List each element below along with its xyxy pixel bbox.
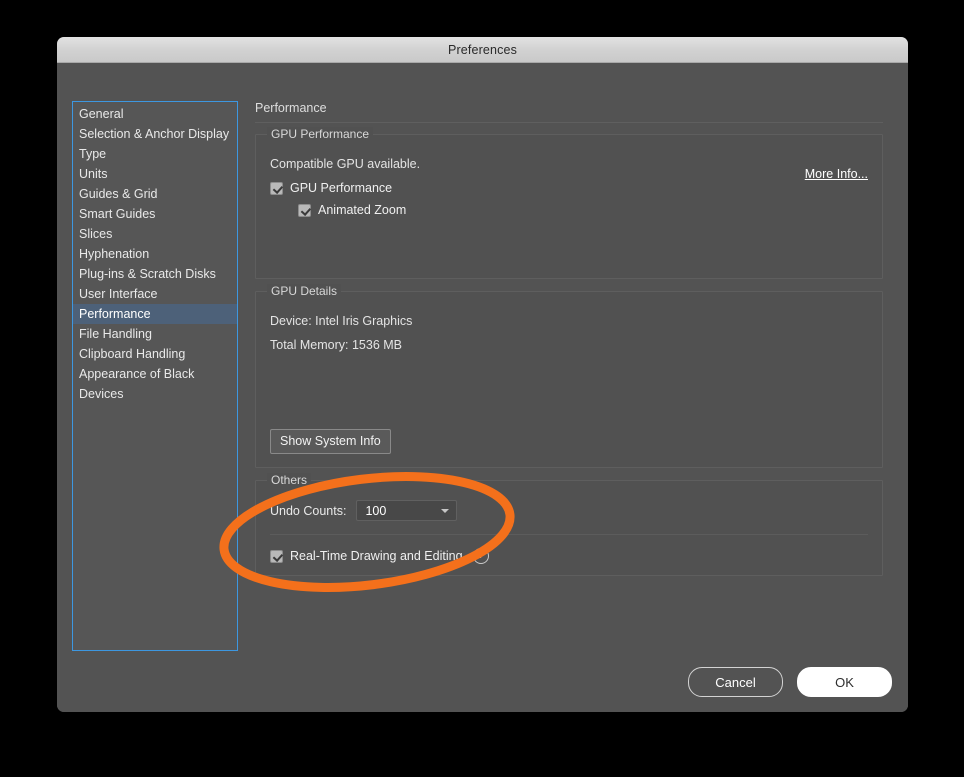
dialog-body: General Selection & Anchor Display Type … <box>57 63 908 712</box>
gpu-details-group: GPU Details Device: Intel Iris Graphics … <box>255 291 883 468</box>
sidebar-item-performance[interactable]: Performance <box>73 304 237 324</box>
gpu-status-text: Compatible GPU available. <box>270 157 868 171</box>
preferences-category-list[interactable]: General Selection & Anchor Display Type … <box>72 101 238 651</box>
sidebar-item-selection-anchor-display[interactable]: Selection & Anchor Display <box>73 124 237 144</box>
gpu-performance-checkbox-row[interactable]: GPU Performance <box>270 181 868 195</box>
page-title: Performance <box>255 101 883 123</box>
gpu-memory-text: Total Memory: 1536 MB <box>270 338 868 352</box>
animated-zoom-checkbox-label: Animated Zoom <box>318 203 406 217</box>
preferences-window: Preferences General Selection & Anchor D… <box>57 37 908 712</box>
realtime-drawing-row[interactable]: Real-Time Drawing and Editing i <box>270 535 868 564</box>
performance-panel: Performance GPU Performance More Info...… <box>255 101 883 588</box>
others-group: Others Undo Counts: 100 Real-Time Drawin… <box>255 480 883 576</box>
sidebar-item-file-handling[interactable]: File Handling <box>73 324 237 344</box>
show-system-info-button[interactable]: Show System Info <box>270 429 391 454</box>
chevron-down-icon <box>441 509 449 513</box>
sidebar-item-devices[interactable]: Devices <box>73 384 237 404</box>
gpu-performance-group: GPU Performance More Info... Compatible … <box>255 134 883 279</box>
sidebar-item-units[interactable]: Units <box>73 164 237 184</box>
sidebar-item-smart-guides[interactable]: Smart Guides <box>73 204 237 224</box>
undo-counts-select[interactable]: 100 <box>356 500 457 521</box>
undo-counts-label: Undo Counts: <box>270 504 346 518</box>
gpu-device-text: Device: Intel Iris Graphics <box>270 314 868 328</box>
window-titlebar: Preferences <box>57 37 908 63</box>
sidebar-item-user-interface[interactable]: User Interface <box>73 284 237 304</box>
sidebar-item-hyphenation[interactable]: Hyphenation <box>73 244 237 264</box>
window-title: Preferences <box>448 43 517 57</box>
checkbox-checked-icon[interactable] <box>270 550 283 563</box>
cancel-button[interactable]: Cancel <box>688 667 783 697</box>
sidebar-item-guides-grid[interactable]: Guides & Grid <box>73 184 237 204</box>
info-icon[interactable]: i <box>473 548 489 564</box>
dialog-footer: Cancel OK <box>688 667 892 697</box>
sidebar-item-plugins-scratch-disks[interactable]: Plug-ins & Scratch Disks <box>73 264 237 284</box>
sidebar-item-type[interactable]: Type <box>73 144 237 164</box>
others-legend: Others <box>267 473 311 487</box>
checkbox-checked-icon[interactable] <box>270 182 283 195</box>
undo-counts-row: Undo Counts: 100 <box>270 500 868 535</box>
sidebar-item-general[interactable]: General <box>73 104 237 124</box>
gpu-details-legend: GPU Details <box>267 284 341 298</box>
more-info-link[interactable]: More Info... <box>805 167 868 181</box>
sidebar-item-slices[interactable]: Slices <box>73 224 237 244</box>
ok-button[interactable]: OK <box>797 667 892 697</box>
gpu-performance-legend: GPU Performance <box>267 127 373 141</box>
animated-zoom-checkbox-row[interactable]: Animated Zoom <box>298 203 868 217</box>
undo-counts-value: 100 <box>357 504 386 518</box>
sidebar-item-clipboard-handling[interactable]: Clipboard Handling <box>73 344 237 364</box>
sidebar-item-appearance-of-black[interactable]: Appearance of Black <box>73 364 237 384</box>
checkbox-checked-icon[interactable] <box>298 204 311 217</box>
realtime-drawing-label: Real-Time Drawing and Editing <box>290 549 463 563</box>
gpu-performance-checkbox-label: GPU Performance <box>290 181 392 195</box>
screenshot-canvas: Preferences General Selection & Anchor D… <box>0 0 964 777</box>
